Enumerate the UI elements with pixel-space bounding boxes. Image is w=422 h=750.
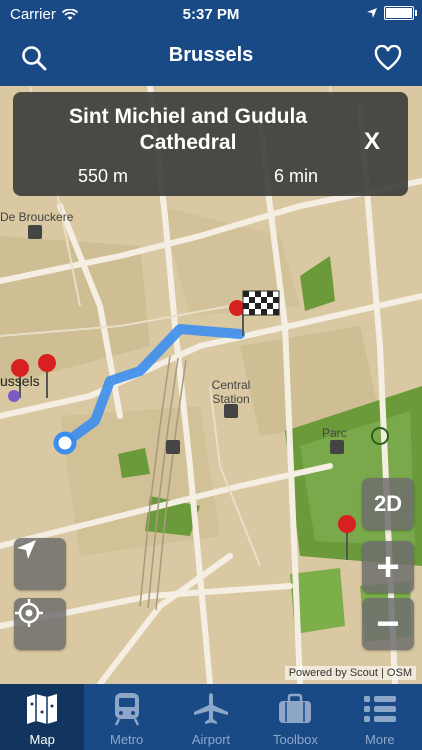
tab-metro[interactable]: Metro — [84, 684, 168, 750]
close-route-button[interactable]: X — [364, 128, 380, 156]
locate-me-button[interactable] — [14, 598, 66, 650]
crosshair-icon — [15, 599, 43, 627]
map-label-parc: Parc — [322, 426, 347, 440]
route-distance: 550 m — [78, 166, 129, 186]
navigation-arrow-icon — [17, 540, 36, 559]
tab-more[interactable]: More — [338, 684, 422, 750]
route-card[interactable]: Sint Michiel and Gudula Cathedral X 550 … — [13, 92, 408, 196]
tab-toolbox[interactable]: Toolbox — [253, 684, 337, 750]
tab-label-metro: Metro — [109, 732, 144, 747]
page-title: Brussels — [168, 44, 254, 66]
airplane-icon — [194, 693, 229, 724]
view-mode-button[interactable]: 2D — [362, 478, 414, 530]
list-icon — [363, 696, 396, 722]
route-duration: 6 min — [274, 166, 319, 186]
nav-bar: Brussels — [0, 30, 422, 86]
map-view[interactable]: De Brouckere Central Station ussels Parc… — [0, 86, 422, 684]
map-icon — [27, 694, 58, 724]
tab-label-map: Map — [29, 732, 55, 747]
tab-bar: Map Metro Airport Toolbox More — [0, 684, 422, 750]
map-attribution[interactable]: Powered by Scout | OSM — [284, 666, 416, 680]
route-destination: Sint Michiel and Gudula Cathedral — [68, 105, 307, 154]
map-label-central-station: Central Station — [211, 378, 251, 406]
tab-label-toolbox: Toolbox — [273, 732, 318, 747]
location-arrow-icon — [367, 8, 377, 18]
map-label-de-brouckere: De Brouckere — [0, 210, 74, 224]
metro-icon — [114, 693, 139, 726]
favorite-button[interactable] — [370, 40, 406, 76]
tab-airport[interactable]: Airport — [169, 684, 253, 750]
status-bar: Carrier 5:37 PM — [0, 0, 422, 30]
tab-label-more: More — [365, 732, 395, 747]
toolbox-icon — [279, 693, 312, 723]
tab-label-airport: Airport — [191, 732, 231, 747]
heart-icon — [374, 45, 402, 71]
header: Carrier 5:37 PM Brussels — [0, 0, 422, 86]
status-right — [366, 6, 417, 20]
map-label-brussels: ussels — [0, 373, 40, 389]
zoom-out-button[interactable]: − — [362, 598, 414, 650]
battery-icon — [384, 6, 417, 20]
tab-map[interactable]: Map — [0, 684, 85, 750]
clock: 5:37 PM — [182, 6, 240, 23]
navigate-button[interactable] — [14, 538, 66, 590]
zoom-in-button[interactable]: + — [362, 541, 414, 593]
